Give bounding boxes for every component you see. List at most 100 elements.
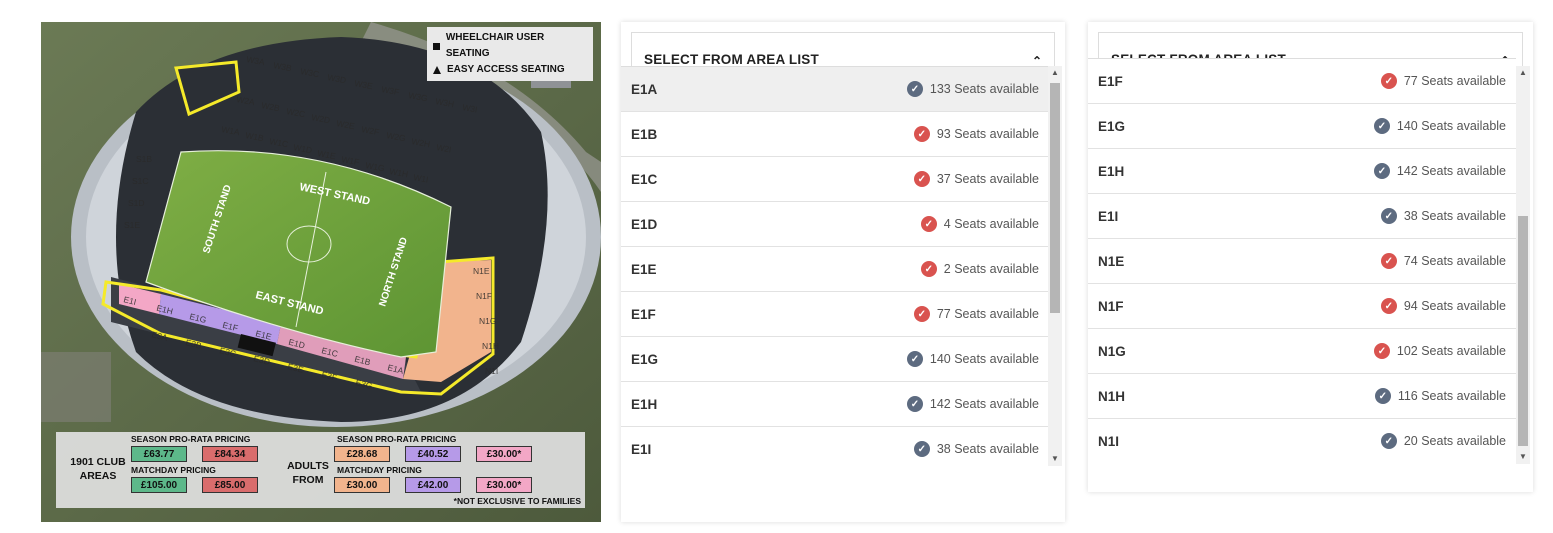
block-label: N1F — [476, 291, 492, 301]
area-code: E1F — [1098, 73, 1123, 89]
seats-availability: ✓ 142 Seats available — [1373, 163, 1506, 179]
stadium-map[interactable]: WEST STAND EAST STAND SOUTH STAND NORTH … — [41, 22, 601, 522]
seats-availability: ✓ 77 Seats available — [913, 306, 1039, 322]
check-circle-icon: ✓ — [1380, 253, 1397, 269]
adult-matchday-label: MATCHDAY PRICING — [337, 465, 422, 475]
price-tag: £84.34 — [202, 446, 258, 462]
area-list-item[interactable]: E1F ✓ 77 Seats available — [1088, 59, 1516, 104]
check-circle-icon: ✓ — [1373, 163, 1390, 179]
area-list-item[interactable]: E1I ✓ 38 Seats available — [1088, 194, 1516, 239]
area-code: N1E — [1098, 253, 1125, 269]
adult-season-label: SEASON PRO-RATA PRICING — [337, 434, 457, 444]
area-list[interactable]: E1A ✓ 133 Seats available E1B ✓ 93 Seats avai… — [621, 66, 1049, 466]
check-circle-icon: ✓ — [913, 306, 930, 322]
seats-availability: ✓ 93 Seats available — [913, 126, 1039, 142]
scroll-down-icon[interactable]: ▼ — [1048, 452, 1062, 466]
block-label: S1C — [132, 176, 149, 186]
seats-availability: ✓ 37 Seats available — [913, 171, 1039, 187]
check-circle-icon: ✓ — [906, 396, 923, 412]
check-circle-icon: ✓ — [1374, 388, 1391, 404]
price-tag: £30.00* — [476, 477, 532, 493]
check-circle-icon: ✓ — [906, 81, 923, 97]
seats-availability: ✓ 102 Seats available — [1373, 343, 1506, 359]
area-list-item[interactable]: E1D ✓ 4 Seats available — [621, 202, 1049, 247]
area-list-item[interactable]: E1G ✓ 140 Seats available — [621, 337, 1049, 382]
seats-availability: ✓ 133 Seats available — [906, 81, 1039, 97]
block-label: S1E — [124, 220, 140, 230]
area-code: E1F — [631, 306, 656, 322]
area-code: E1H — [631, 396, 658, 412]
seats-available-text: 38 Seats available — [1403, 209, 1506, 223]
seats-available-text: 93 Seats available — [936, 127, 1039, 141]
scrollbar-thumb[interactable] — [1518, 216, 1528, 446]
scrollbar[interactable]: ▲ ▼ — [1516, 66, 1530, 464]
seats-availability: ✓ 142 Seats available — [906, 396, 1039, 412]
check-circle-icon: ✓ — [1373, 343, 1390, 359]
area-list-item[interactable]: E1A ✓ 133 Seats available — [621, 67, 1049, 112]
area-code: E1G — [631, 351, 659, 367]
adults-from-label: ADULTS FROM — [287, 460, 329, 486]
price-tag: £42.00 — [405, 477, 461, 493]
seats-availability: ✓ 116 Seats available — [1374, 388, 1506, 404]
wheelchair-icon — [433, 42, 440, 50]
seats-availability: ✓ 20 Seats available — [1380, 433, 1506, 449]
area-list[interactable]: E1F ✓ 77 Seats available E1G ✓ 140 Seats avai… — [1088, 58, 1516, 458]
legend-easy-access: EASY ACCESS SEATING — [447, 64, 565, 75]
seats-availability: ✓ 74 Seats available — [1380, 253, 1506, 269]
price-tag: £85.00 — [202, 477, 258, 493]
block-label: S1B — [136, 154, 152, 164]
area-list-item[interactable]: E1F ✓ 77 Seats available — [621, 292, 1049, 337]
seats-availability: ✓ 140 Seats available — [906, 351, 1039, 367]
seats-available-text: 38 Seats available — [936, 442, 1039, 456]
seats-available-text: 142 Seats available — [1396, 164, 1506, 178]
seats-availability: ✓ 38 Seats available — [1380, 208, 1506, 224]
area-list-item[interactable]: E1G ✓ 140 Seats available — [1088, 104, 1516, 149]
scrollbar[interactable]: ▲ ▼ — [1048, 66, 1062, 466]
price-tag: £30.00 — [334, 477, 390, 493]
pricing-key: 1901 CLUB AREAS SEASON PRO-RATA PRICING … — [56, 432, 585, 508]
check-circle-icon: ✓ — [1380, 208, 1397, 224]
price-tag: £28.68 — [334, 446, 390, 462]
area-list-item[interactable]: E1H ✓ 142 Seats available — [621, 382, 1049, 427]
seats-availability: ✓ 94 Seats available — [1380, 298, 1506, 314]
pricing-footnote: *NOT EXCLUSIVE TO FAMILIES — [453, 496, 581, 506]
area-list-panel-left: SELECT FROM AREA LIST ⌃ E1A ✓ 133 Seats av… — [621, 22, 1065, 522]
check-circle-icon: ✓ — [1380, 433, 1397, 449]
block-label: S1D — [128, 198, 145, 208]
scroll-down-icon[interactable]: ▼ — [1516, 450, 1530, 464]
area-list-title: SELECT FROM AREA LIST — [644, 52, 819, 67]
area-list-item[interactable]: N1G ✓ 102 Seats available — [1088, 329, 1516, 374]
area-list-item[interactable]: E1E ✓ 2 Seats available — [621, 247, 1049, 292]
area-code: N1F — [1098, 298, 1124, 314]
check-circle-icon: ✓ — [1380, 73, 1397, 89]
area-list-item[interactable]: E1I ✓ 38 Seats available — [621, 427, 1049, 466]
area-list-item[interactable]: N1I ✓ 20 Seats available — [1088, 419, 1516, 458]
area-code: E1C — [631, 171, 658, 187]
area-code: E1E — [631, 261, 657, 277]
area-code: N1H — [1098, 388, 1126, 404]
area-code: N1I — [1098, 433, 1120, 449]
check-circle-icon: ✓ — [913, 171, 930, 187]
check-circle-icon: ✓ — [1380, 298, 1397, 314]
scroll-up-icon[interactable]: ▲ — [1516, 66, 1530, 80]
area-list-item[interactable]: E1H ✓ 142 Seats available — [1088, 149, 1516, 194]
seats-available-text: 133 Seats available — [929, 82, 1039, 96]
scroll-up-icon[interactable]: ▲ — [1048, 66, 1062, 80]
club-matchday-label: MATCHDAY PRICING — [131, 465, 216, 475]
seats-availability: ✓ 38 Seats available — [913, 441, 1039, 457]
area-list-item[interactable]: E1C ✓ 37 Seats available — [621, 157, 1049, 202]
map-legend: WHEELCHAIR USER SEATING EASY ACCESS SEAT… — [427, 27, 593, 81]
area-code: E1A — [631, 81, 658, 97]
club-areas-label: 1901 CLUB AREAS — [70, 456, 126, 482]
price-tag: £105.00 — [131, 477, 187, 493]
price-tag: £30.00* — [476, 446, 532, 462]
club-season-label: SEASON PRO-RATA PRICING — [131, 434, 251, 444]
area-list-item[interactable]: N1H ✓ 116 Seats available — [1088, 374, 1516, 419]
seats-available-text: 20 Seats available — [1403, 434, 1506, 448]
check-circle-icon: ✓ — [920, 261, 937, 277]
area-list-item[interactable]: E1B ✓ 93 Seats available — [621, 112, 1049, 157]
block-label: N1I — [485, 366, 498, 376]
area-list-item[interactable]: N1E ✓ 74 Seats available — [1088, 239, 1516, 284]
scrollbar-thumb[interactable] — [1050, 83, 1060, 313]
area-list-item[interactable]: N1F ✓ 94 Seats available — [1088, 284, 1516, 329]
